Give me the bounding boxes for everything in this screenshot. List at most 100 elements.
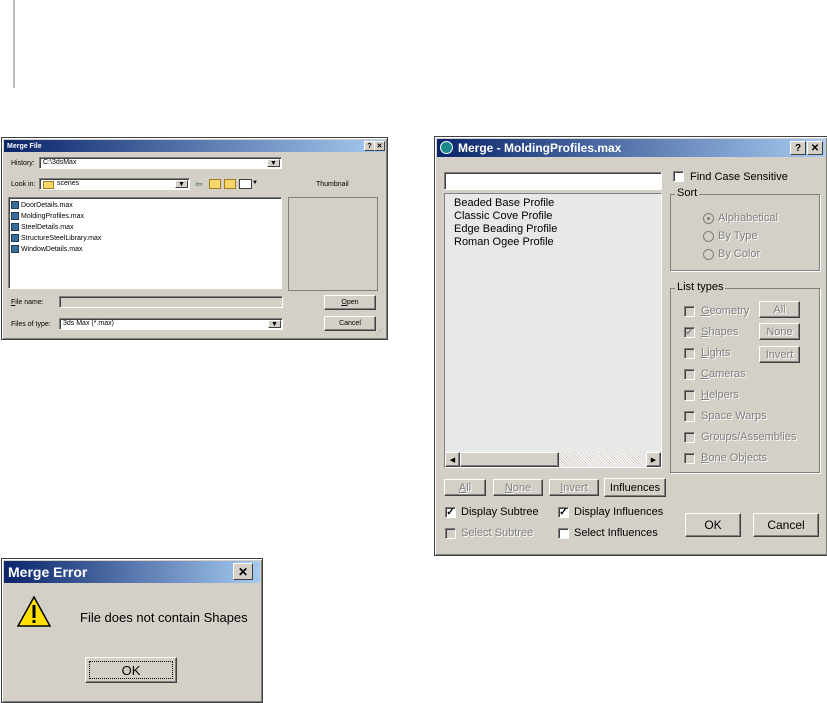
ok-button[interactable]: OK (85, 657, 177, 683)
types-invert-button[interactable]: Invert (759, 346, 800, 363)
list-type-label: Space Warps (701, 410, 767, 422)
object-list[interactable]: Beaded Base Profile Classic Cove Profile… (444, 193, 662, 468)
sort-by-color-radio[interactable] (703, 249, 714, 260)
merge-error-title: Merge Error (8, 564, 88, 580)
helpers-checkbox[interactable] (684, 390, 695, 401)
lookin-combo[interactable]: scenes ▼ (39, 178, 190, 190)
all-button[interactable]: All (444, 479, 486, 496)
sort-option-label: Alphabetical (718, 212, 778, 224)
error-message: File does not contain Shapes (80, 610, 248, 625)
select-subtree-label: Select Subtree (461, 527, 534, 539)
help-button[interactable]: ? (790, 141, 806, 155)
close-button[interactable]: ✕ (374, 141, 385, 151)
chevron-down-icon[interactable]: ▼ (175, 180, 188, 188)
open-label: Open (341, 299, 359, 306)
cameras-checkbox[interactable] (684, 369, 695, 380)
filetype-label: Files of type: (11, 321, 51, 328)
space-warps-checkbox[interactable] (684, 411, 695, 422)
file-item-label: StructureSteelLibrary.max (21, 234, 102, 242)
list-item[interactable]: Roman Ogee Profile (454, 236, 554, 248)
chevron-down-icon[interactable]: ▼ (268, 320, 281, 328)
back-icon[interactable]: ⇦ (195, 179, 203, 190)
scroll-right-icon[interactable]: ▶ (646, 452, 661, 467)
file-item-label: MoldingProfiles.max (21, 212, 85, 220)
close-button[interactable]: ✕ (807, 141, 823, 155)
list-item[interactable]: Classic Cove Profile (454, 210, 552, 222)
types-all-button[interactable]: All (759, 301, 800, 318)
select-influences-checkbox[interactable] (558, 528, 569, 539)
display-influences-checkbox[interactable]: ✓ (558, 507, 569, 518)
filetype-combo[interactable]: 3ds Max (*.max) ▼ (59, 318, 283, 330)
types-invert-label: Invert (765, 348, 794, 361)
sort-title: Sort (675, 187, 700, 199)
filter-input[interactable] (444, 172, 662, 190)
merge-dialog-title: Merge - MoldingProfiles.max (458, 141, 622, 155)
cancel-label: Cancel (339, 320, 361, 327)
geometry-checkbox[interactable] (684, 306, 695, 317)
list-item[interactable]: Beaded Base Profile (454, 197, 554, 209)
view-dropdown-icon[interactable]: ▼ (252, 180, 258, 186)
filename-label: File name: (11, 299, 44, 306)
types-none-label: None (766, 325, 793, 338)
sort-alphabetical-radio[interactable] (703, 213, 714, 224)
chevron-down-icon[interactable]: ▼ (267, 159, 280, 167)
sort-option-label: By Color (718, 248, 761, 260)
file-list[interactable]: DoorDetails.max MoldingProfiles.max Stee… (8, 197, 282, 289)
find-case-checkbox[interactable] (673, 171, 684, 182)
invert-label: Invert (560, 481, 588, 494)
ok-button[interactable]: OK (685, 513, 741, 537)
history-combo[interactable]: C:\3dsMax ▼ (39, 157, 282, 169)
folder-icon (43, 181, 54, 189)
display-subtree-checkbox[interactable]: ✓ (445, 507, 456, 518)
sort-group: Sort Alphabetical By Type By Color (670, 187, 820, 271)
horizontal-scrollbar[interactable]: ◀ ▶ (445, 452, 661, 467)
influences-label: Influences (609, 481, 661, 494)
list-type-label: Groups/Assemblies (701, 431, 797, 443)
file-item[interactable]: DoorDetails.max (11, 201, 73, 209)
ok-label: OK (704, 518, 722, 532)
thumbnail-label: Thumbnail (316, 181, 349, 188)
bone-objects-checkbox[interactable] (684, 453, 695, 464)
influences-button[interactable]: Influences (604, 478, 666, 497)
list-type-label: Cameras (701, 368, 746, 380)
view-menu-icon[interactable] (239, 179, 252, 189)
file-item-label: WindowDetails.max (21, 245, 83, 253)
all-label: All (458, 481, 472, 494)
merge-error-dialog: Merge Error ✕ File does not contain Shap… (1, 558, 263, 703)
list-type-label: Bone Objects (701, 452, 768, 464)
cancel-button[interactable]: Cancel (753, 513, 819, 537)
up-folder-icon[interactable] (209, 179, 221, 189)
select-influences-label: Select Influences (574, 527, 658, 539)
history-value: C:\3dsMax (43, 159, 77, 166)
cancel-button[interactable]: Cancel (324, 316, 376, 331)
lights-checkbox[interactable] (684, 348, 695, 359)
merge-dialog: Merge - MoldingProfiles.max ? ✕ Beaded B… (434, 136, 827, 556)
resize-grip-icon[interactable]: ⋰ (376, 328, 383, 336)
max-file-icon (11, 201, 19, 209)
filename-input[interactable] (59, 296, 283, 308)
sort-by-type-radio[interactable] (703, 231, 714, 242)
select-subtree-checkbox[interactable] (445, 528, 456, 539)
vertical-rule (13, 0, 15, 88)
filetype-value: 3ds Max (*.max) (63, 320, 114, 327)
list-item[interactable]: Edge Beading Profile (454, 223, 557, 235)
close-button[interactable]: ✕ (233, 563, 253, 580)
new-folder-icon[interactable] (224, 179, 236, 189)
display-subtree-label: Display Subtree (461, 506, 539, 518)
list-type-label: Geometry (701, 305, 750, 317)
open-button[interactable]: Open (324, 295, 376, 310)
scroll-thumb[interactable] (460, 452, 559, 467)
invert-button[interactable]: Invert (549, 479, 599, 496)
types-none-button[interactable]: None (759, 323, 800, 340)
file-item[interactable]: StructureSteelLibrary.max (11, 234, 101, 242)
display-influences-label: Display Influences (574, 506, 664, 518)
file-item[interactable]: WindowDetails.max (11, 245, 82, 253)
merge-file-dialog: Merge File ? ✕ History: C:\3dsMax ▼ Look… (1, 137, 388, 340)
shapes-checkbox[interactable]: ✓ (684, 327, 695, 338)
file-item[interactable]: SteelDetails.max (11, 223, 74, 231)
none-button[interactable]: None (493, 479, 543, 496)
sort-option-label: By Type (718, 230, 758, 242)
groups-assemblies-checkbox[interactable] (684, 432, 695, 443)
file-item[interactable]: MoldingProfiles.max (11, 212, 84, 220)
scroll-left-icon[interactable]: ◀ (445, 452, 460, 467)
